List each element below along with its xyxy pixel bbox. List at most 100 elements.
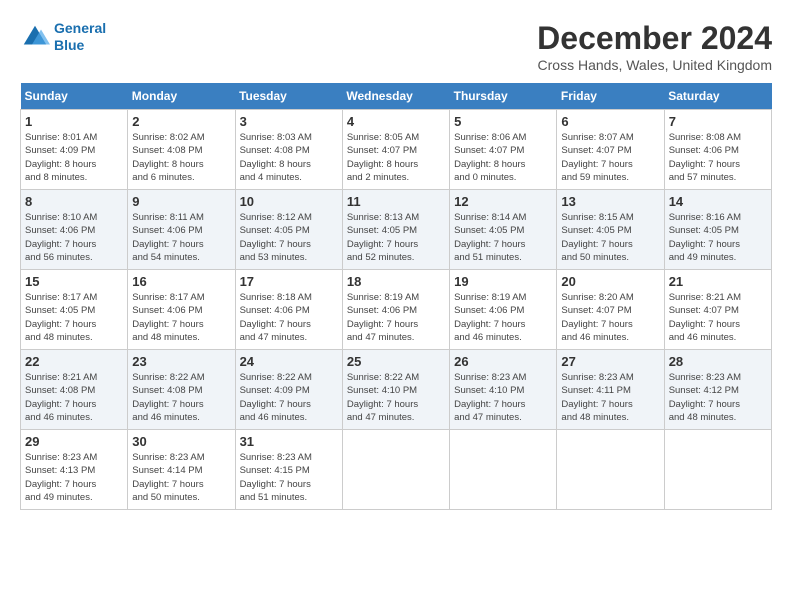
calendar-cell: 1Sunrise: 8:01 AM Sunset: 4:09 PM Daylig… (21, 110, 128, 190)
day-info: Sunrise: 8:14 AM Sunset: 4:05 PM Dayligh… (454, 211, 552, 264)
page-header: General Blue December 2024 Cross Hands, … (20, 20, 772, 73)
title-area: December 2024 Cross Hands, Wales, United… (537, 20, 772, 73)
calendar-cell: 31Sunrise: 8:23 AM Sunset: 4:15 PM Dayli… (235, 430, 342, 510)
week-row-5: 29Sunrise: 8:23 AM Sunset: 4:13 PM Dayli… (21, 430, 772, 510)
calendar-cell: 9 Sunrise: 8:11 AM Sunset: 4:06 PM Daylig… (128, 190, 235, 270)
day-info: Sunrise: 8:23 AM Sunset: 4:13 PM Dayligh… (25, 451, 123, 504)
day-info: Sunrise: 8:17 AM Sunset: 4:05 PM Dayligh… (25, 291, 123, 344)
week-row-4: 22 Sunrise: 8:21 AM Sunset: 4:08 PM Dayli… (21, 350, 772, 430)
day-number: 28 (669, 354, 767, 369)
day-info: Sunrise: 8:22 AM Sunset: 4:08 PM Dayligh… (132, 371, 230, 424)
calendar-cell: 16Sunrise: 8:17 AM Sunset: 4:06 PM Dayli… (128, 270, 235, 350)
calendar-cell: 23 Sunrise: 8:22 AM Sunset: 4:08 PM Dayli… (128, 350, 235, 430)
calendar-cell: 24 Sunrise: 8:22 AM Sunset: 4:09 PM Dayli… (235, 350, 342, 430)
calendar-cell: 2 Sunrise: 8:02 AM Sunset: 4:08 PM Daylig… (128, 110, 235, 190)
day-info: Sunrise: 8:21 AM Sunset: 4:07 PM Dayligh… (669, 291, 767, 344)
day-number: 20 (561, 274, 659, 289)
day-number: 2 (132, 114, 230, 129)
calendar-cell: 4Sunrise: 8:05 AM Sunset: 4:07 PM Daylig… (342, 110, 449, 190)
day-number: 26 (454, 354, 552, 369)
column-header-sunday: Sunday (21, 83, 128, 110)
column-header-tuesday: Tuesday (235, 83, 342, 110)
day-number: 19 (454, 274, 552, 289)
day-info: Sunrise: 8:03 AM Sunset: 4:08 PM Dayligh… (240, 131, 338, 184)
calendar-cell: 10 Sunrise: 8:12 AM Sunset: 4:05 PM Dayli… (235, 190, 342, 270)
day-number: 25 (347, 354, 445, 369)
calendar-cell: 29Sunrise: 8:23 AM Sunset: 4:13 PM Dayli… (21, 430, 128, 510)
day-info: Sunrise: 8:23 AM Sunset: 4:12 PM Dayligh… (669, 371, 767, 424)
logo-text: General Blue (54, 20, 106, 54)
day-number: 14 (669, 194, 767, 209)
calendar-cell: 15Sunrise: 8:17 AM Sunset: 4:05 PM Dayli… (21, 270, 128, 350)
day-number: 11 (347, 194, 445, 209)
day-info: Sunrise: 8:20 AM Sunset: 4:07 PM Dayligh… (561, 291, 659, 344)
day-info: Sunrise: 8:08 AM Sunset: 4:06 PM Dayligh… (669, 131, 767, 184)
day-info: Sunrise: 8:17 AM Sunset: 4:06 PM Dayligh… (132, 291, 230, 344)
day-number: 30 (132, 434, 230, 449)
calendar-cell (557, 430, 664, 510)
day-info: Sunrise: 8:02 AM Sunset: 4:08 PM Dayligh… (132, 131, 230, 184)
day-number: 23 (132, 354, 230, 369)
day-number: 27 (561, 354, 659, 369)
day-number: 17 (240, 274, 338, 289)
location: Cross Hands, Wales, United Kingdom (537, 57, 772, 73)
day-number: 13 (561, 194, 659, 209)
calendar-cell: 3Sunrise: 8:03 AM Sunset: 4:08 PM Daylig… (235, 110, 342, 190)
column-header-monday: Monday (128, 83, 235, 110)
calendar-cell: 11 Sunrise: 8:13 AM Sunset: 4:05 PM Dayli… (342, 190, 449, 270)
calendar-cell: 14Sunrise: 8:16 AM Sunset: 4:05 PM Dayli… (664, 190, 771, 270)
calendar-cell: 25 Sunrise: 8:22 AM Sunset: 4:10 PM Dayli… (342, 350, 449, 430)
day-info: Sunrise: 8:05 AM Sunset: 4:07 PM Dayligh… (347, 131, 445, 184)
logo: General Blue (20, 20, 106, 54)
day-info: Sunrise: 8:12 AM Sunset: 4:05 PM Dayligh… (240, 211, 338, 264)
day-number: 18 (347, 274, 445, 289)
day-number: 22 (25, 354, 123, 369)
calendar-cell: 26 Sunrise: 8:23 AM Sunset: 4:10 PM Dayli… (450, 350, 557, 430)
day-number: 6 (561, 114, 659, 129)
column-header-saturday: Saturday (664, 83, 771, 110)
day-number: 12 (454, 194, 552, 209)
day-info: Sunrise: 8:15 AM Sunset: 4:05 PM Dayligh… (561, 211, 659, 264)
day-info: Sunrise: 8:23 AM Sunset: 4:14 PM Dayligh… (132, 451, 230, 504)
day-headers-row: SundayMondayTuesdayWednesdayThursdayFrid… (21, 83, 772, 110)
calendar-cell: 30 Sunrise: 8:23 AM Sunset: 4:14 PM Dayli… (128, 430, 235, 510)
calendar-cell: 7Sunrise: 8:08 AM Sunset: 4:06 PM Daylig… (664, 110, 771, 190)
week-row-2: 8Sunrise: 8:10 AM Sunset: 4:06 PM Daylig… (21, 190, 772, 270)
calendar-cell: 5 Sunrise: 8:06 AM Sunset: 4:07 PM Daylig… (450, 110, 557, 190)
day-info: Sunrise: 8:06 AM Sunset: 4:07 PM Dayligh… (454, 131, 552, 184)
calendar-cell (450, 430, 557, 510)
week-row-1: 1Sunrise: 8:01 AM Sunset: 4:09 PM Daylig… (21, 110, 772, 190)
calendar-cell: 6 Sunrise: 8:07 AM Sunset: 4:07 PM Daylig… (557, 110, 664, 190)
logo-line2: Blue (54, 37, 84, 53)
day-info: Sunrise: 8:07 AM Sunset: 4:07 PM Dayligh… (561, 131, 659, 184)
day-info: Sunrise: 8:23 AM Sunset: 4:10 PM Dayligh… (454, 371, 552, 424)
calendar-cell: 8Sunrise: 8:10 AM Sunset: 4:06 PM Daylig… (21, 190, 128, 270)
calendar-cell: 28 Sunrise: 8:23 AM Sunset: 4:12 PM Dayli… (664, 350, 771, 430)
day-number: 9 (132, 194, 230, 209)
calendar-cell: 18 Sunrise: 8:19 AM Sunset: 4:06 PM Dayli… (342, 270, 449, 350)
day-info: Sunrise: 8:21 AM Sunset: 4:08 PM Dayligh… (25, 371, 123, 424)
column-header-friday: Friday (557, 83, 664, 110)
logo-line1: General (54, 20, 106, 36)
calendar-cell: 21Sunrise: 8:21 AM Sunset: 4:07 PM Dayli… (664, 270, 771, 350)
day-info: Sunrise: 8:01 AM Sunset: 4:09 PM Dayligh… (25, 131, 123, 184)
calendar-cell: 19 Sunrise: 8:19 AM Sunset: 4:06 PM Dayli… (450, 270, 557, 350)
day-info: Sunrise: 8:13 AM Sunset: 4:05 PM Dayligh… (347, 211, 445, 264)
day-info: Sunrise: 8:18 AM Sunset: 4:06 PM Dayligh… (240, 291, 338, 344)
day-number: 10 (240, 194, 338, 209)
day-info: Sunrise: 8:22 AM Sunset: 4:09 PM Dayligh… (240, 371, 338, 424)
day-number: 5 (454, 114, 552, 129)
day-info: Sunrise: 8:22 AM Sunset: 4:10 PM Dayligh… (347, 371, 445, 424)
day-info: Sunrise: 8:19 AM Sunset: 4:06 PM Dayligh… (454, 291, 552, 344)
day-info: Sunrise: 8:10 AM Sunset: 4:06 PM Dayligh… (25, 211, 123, 264)
calendar-cell: 12 Sunrise: 8:14 AM Sunset: 4:05 PM Dayli… (450, 190, 557, 270)
column-header-wednesday: Wednesday (342, 83, 449, 110)
calendar-cell: 13 Sunrise: 8:15 AM Sunset: 4:05 PM Dayli… (557, 190, 664, 270)
column-header-thursday: Thursday (450, 83, 557, 110)
month-title: December 2024 (537, 20, 772, 57)
calendar-cell (664, 430, 771, 510)
day-info: Sunrise: 8:23 AM Sunset: 4:15 PM Dayligh… (240, 451, 338, 504)
day-info: Sunrise: 8:19 AM Sunset: 4:06 PM Dayligh… (347, 291, 445, 344)
day-info: Sunrise: 8:11 AM Sunset: 4:06 PM Dayligh… (132, 211, 230, 264)
day-number: 24 (240, 354, 338, 369)
